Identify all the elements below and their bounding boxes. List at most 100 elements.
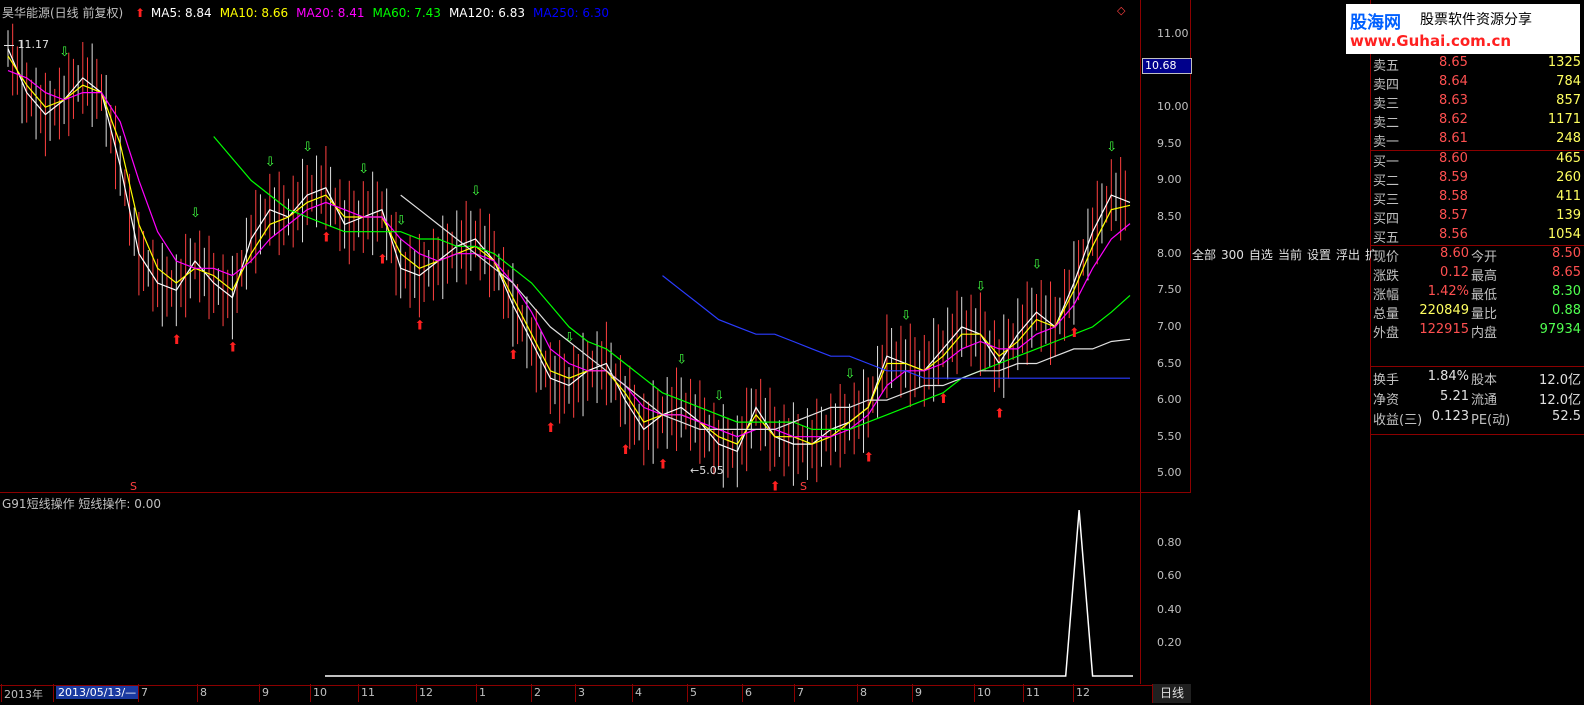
x-tick-label: 5 bbox=[690, 686, 697, 699]
buy-signal-icon: ⬆ bbox=[171, 333, 182, 348]
bids-row: 买三 8.58 411 bbox=[1371, 189, 1584, 209]
asks-row: 卖二 8.62 1171 bbox=[1371, 112, 1584, 132]
x-tick-label: 3 bbox=[578, 686, 585, 699]
book-volume: 1054 bbox=[1547, 227, 1581, 242]
indicator-y-tick: 0.40 bbox=[1157, 602, 1182, 616]
y-tick-label: 7.00 bbox=[1157, 319, 1182, 333]
split-marker-icon: S bbox=[130, 480, 137, 492]
tab-1[interactable]: 300 bbox=[1221, 248, 1244, 262]
quote-row: 涨跌 0.12 最高 8.65 bbox=[1373, 265, 1581, 284]
y-tick-label: 5.50 bbox=[1157, 429, 1182, 443]
tab-2[interactable]: 自选 bbox=[1249, 248, 1273, 262]
x-tick-label: 8 bbox=[200, 686, 207, 699]
x-tick-label: 2013/05/13/— bbox=[56, 686, 139, 699]
sell-signal-icon: ⇩ bbox=[396, 213, 407, 228]
price-chart[interactable]: ⬆ ⬆ ⬆ ⬆ ⬆ ⬆ ⬆ ⬆ ⬆ ⬆ ⬆ ⬆ ⬆ ⬆ ⇩ ⇩ ⇩ ⇩ ⇩ ⇩ ⇩ ⇩ ⇩ ⇩ ⇩ ⇩ ⇩ ⇩ ⇩ S S bbox=[0, 0, 1140, 492]
sell-signal-icon: ⇩ bbox=[471, 184, 482, 199]
x-tick-label: 10 bbox=[977, 686, 991, 699]
x-tick-label: 8 bbox=[860, 686, 867, 699]
sell-signal-icon: ⇩ bbox=[358, 162, 369, 177]
buy-signal-icon: ⬆ bbox=[770, 480, 781, 492]
tab-6[interactable]: 扩 bbox=[1365, 248, 1377, 262]
book-volume: 465 bbox=[1556, 151, 1581, 166]
buy-signal-icon: ⬆ bbox=[414, 319, 425, 334]
book-price: 8.62 bbox=[1439, 112, 1468, 127]
list-tabs: 全部 300 自选 当前 设置 浮出扩 bbox=[1192, 246, 1382, 263]
indicator-y-tick: 0.60 bbox=[1157, 569, 1182, 583]
quote-panel: 卖五 8.65 1325 卖四 8.64 784 卖三 8.63 857 卖二 8.62 1171 卖一… bbox=[1370, 0, 1584, 705]
asks-row: 卖一 8.61 248 bbox=[1371, 131, 1584, 151]
tab-5[interactable]: 浮出 bbox=[1336, 248, 1360, 262]
y-tick-label: 9.00 bbox=[1157, 173, 1182, 187]
split-marker-icon: S bbox=[800, 480, 807, 492]
y-tick-label: 8.00 bbox=[1157, 246, 1182, 260]
tab-0[interactable]: 全部 bbox=[1192, 248, 1216, 262]
sell-signal-icon: ⇩ bbox=[564, 331, 575, 346]
sell-signal-icon: ⇩ bbox=[59, 45, 70, 60]
buy-signal-icon: ⬆ bbox=[508, 348, 519, 363]
buy-signal-icon: ⬆ bbox=[321, 231, 332, 246]
finance-row: 换手 1.84% 股本 12.0亿 bbox=[1373, 369, 1581, 388]
book-price: 8.65 bbox=[1439, 55, 1468, 70]
bids-row: 买五 8.56 1054 bbox=[1371, 227, 1584, 247]
buy-signal-icon: ⬆ bbox=[863, 450, 874, 465]
tab-4[interactable]: 设置 bbox=[1307, 248, 1331, 262]
book-price: 8.64 bbox=[1439, 74, 1468, 89]
current-price-box: 10.68 bbox=[1142, 58, 1192, 74]
period-tab-daily[interactable]: 日线 bbox=[1152, 684, 1191, 703]
indicator-chart[interactable] bbox=[0, 494, 1140, 684]
book-price: 8.61 bbox=[1439, 131, 1468, 146]
tab-3[interactable]: 当前 bbox=[1278, 248, 1302, 262]
x-tick-label: 1 bbox=[479, 686, 486, 699]
y-tick-label: 6.00 bbox=[1157, 393, 1182, 407]
book-label: 买一 bbox=[1373, 155, 1400, 170]
book-price: 8.58 bbox=[1439, 189, 1468, 204]
indicator-y-tick: 0.80 bbox=[1157, 536, 1182, 550]
sell-signal-icon: ⇩ bbox=[302, 140, 313, 155]
buy-signal-icon: ⬆ bbox=[1069, 326, 1080, 341]
x-tick-label: 4 bbox=[635, 686, 642, 699]
sell-signal-icon: ⇩ bbox=[845, 367, 856, 382]
buy-signal-icon: ⬆ bbox=[377, 253, 388, 268]
x-tick-label: 11 bbox=[361, 686, 375, 699]
indicator-y-tick: 0.20 bbox=[1157, 635, 1182, 649]
y-tick-label: 11.00 bbox=[1157, 26, 1189, 40]
sell-signal-icon: ⇩ bbox=[265, 155, 276, 170]
book-volume: 784 bbox=[1556, 74, 1581, 89]
book-price: 8.63 bbox=[1439, 93, 1468, 108]
high-annotation: 11.17 bbox=[4, 38, 49, 51]
book-volume: 139 bbox=[1556, 208, 1581, 223]
asks-row: 卖四 8.64 784 bbox=[1371, 74, 1584, 94]
quote-row: 涨幅 1.42% 最低 8.30 bbox=[1373, 284, 1581, 303]
low-annotation: ←5.05 bbox=[690, 464, 724, 477]
book-label: 买四 bbox=[1373, 212, 1400, 227]
ma-line-ma120 bbox=[400, 194, 1131, 430]
book-label: 卖五 bbox=[1373, 59, 1400, 74]
finance-row: 净资 5.21 流通 12.0亿 bbox=[1373, 389, 1581, 408]
book-label: 卖二 bbox=[1373, 116, 1400, 131]
buy-signal-icon: ⬆ bbox=[994, 406, 1005, 421]
book-label: 买二 bbox=[1373, 174, 1400, 189]
y-tick-label: 9.50 bbox=[1157, 136, 1182, 150]
quote-row: 总量 220849 量比 0.88 bbox=[1373, 303, 1581, 322]
book-label: 买五 bbox=[1373, 231, 1400, 246]
book-label: 卖四 bbox=[1373, 78, 1400, 93]
book-label: 卖三 bbox=[1373, 97, 1400, 112]
site-logo: 股海网 股票软件资源分享 www.Guhai.com.cn bbox=[1346, 4, 1580, 54]
quote-row: 现价 8.60 今开 8.50 bbox=[1373, 246, 1581, 265]
buy-signal-icon: ⬆ bbox=[545, 421, 556, 436]
quote-row: 外盘 122915 内盘 97934 bbox=[1373, 322, 1581, 341]
x-tick-label: 7 bbox=[141, 686, 148, 699]
book-price: 8.56 bbox=[1439, 227, 1468, 242]
y-tick-label: 6.50 bbox=[1157, 356, 1182, 370]
sell-signal-icon: ⇩ bbox=[190, 206, 201, 221]
y-tick-label: 10.00 bbox=[1157, 100, 1189, 114]
buy-signal-icon: ⬆ bbox=[938, 392, 949, 407]
book-volume: 857 bbox=[1556, 93, 1581, 108]
book-label: 买三 bbox=[1373, 193, 1400, 208]
bids-row: 买四 8.57 139 bbox=[1371, 208, 1584, 228]
sell-signal-icon: ⇩ bbox=[1106, 140, 1117, 155]
book-label: 卖一 bbox=[1373, 135, 1400, 150]
book-price: 8.59 bbox=[1439, 170, 1468, 185]
y-tick-label: 8.50 bbox=[1157, 210, 1182, 224]
